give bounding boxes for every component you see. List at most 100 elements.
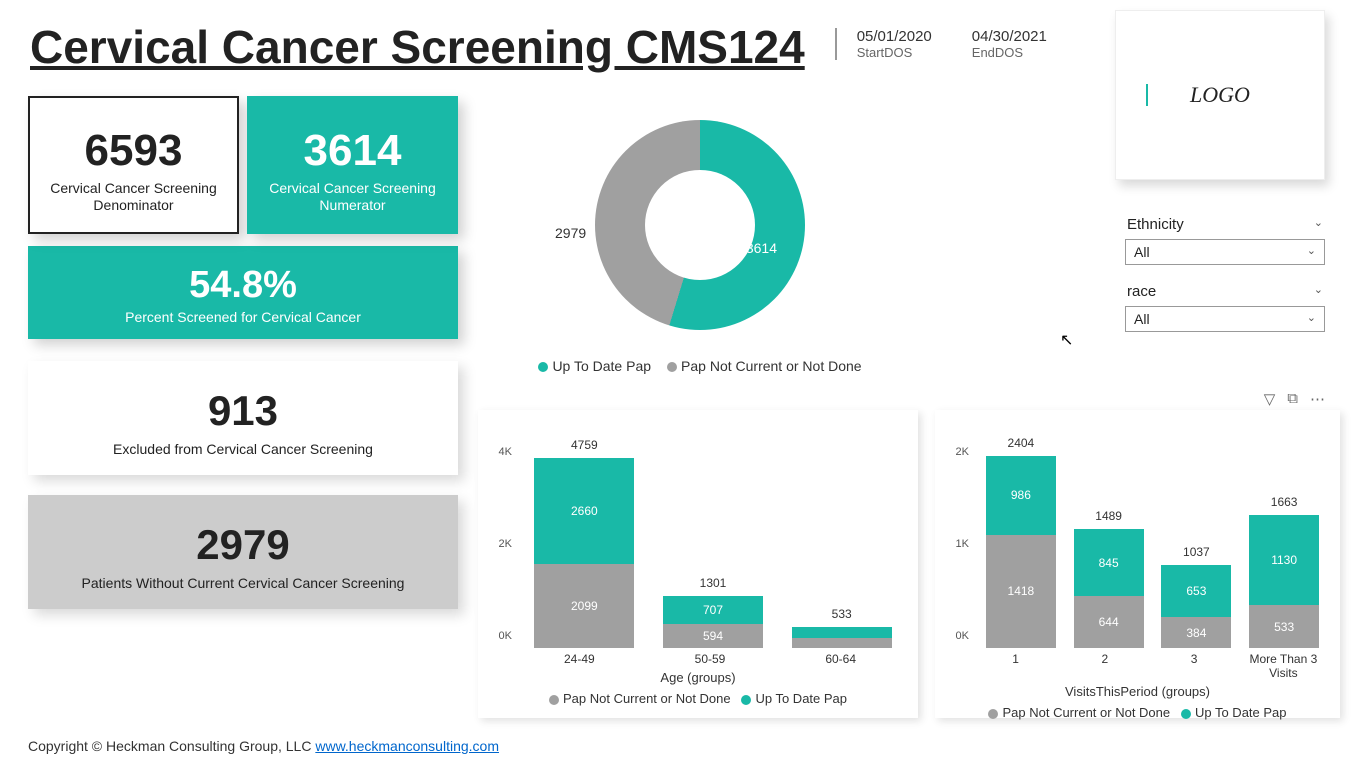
visits-bar-chart[interactable]: 0K 1K 2K 2404141898614896448451037384653… [935, 410, 1340, 718]
filter-race-select[interactable]: All ⌄ [1125, 306, 1325, 332]
bar-group[interactable]: 16635331130 [1240, 515, 1328, 648]
start-date-label: StartDOS [857, 45, 932, 60]
bar-total-label: 1663 [1240, 495, 1328, 507]
bar-segment-notcurrent[interactable] [792, 638, 892, 648]
end-date-label: EndDOS [972, 45, 1047, 60]
donut-legend: Up To Date Pap Pap Not Current or Not Do… [500, 358, 900, 374]
dot-teal-icon [1181, 709, 1191, 719]
x-category-label: 2 [1060, 652, 1149, 680]
dot-grey-icon [988, 709, 998, 719]
filter-ethnicity-value: All [1134, 244, 1150, 260]
visits-chart-legend: Pap Not Current or Not Done Up To Date P… [941, 705, 1334, 720]
legend-item-notcurrent[interactable]: Pap Not Current or Not Done [549, 691, 731, 706]
kpi-without-card[interactable]: 2979 Patients Without Current Cervical C… [28, 495, 458, 609]
end-date-value: 04/30/2021 [972, 28, 1047, 45]
bar-total-label: 4759 [520, 438, 649, 450]
bar-group[interactable]: 475920992660 [520, 458, 649, 648]
filter-race-header[interactable]: race ⌄ [1125, 277, 1325, 306]
legend-item-notcurrent[interactable]: Pap Not Current or Not Done [988, 705, 1170, 720]
bar-stack: 644845 [1074, 529, 1144, 648]
kpi-excluded-value: 913 [34, 387, 452, 435]
visits-plot-area: 0K 1K 2K 2404141898614896448451037384653… [971, 418, 1328, 648]
bar-segment-uptodate[interactable]: 2660 [534, 458, 634, 564]
kpi-excluded-card[interactable]: 913 Excluded from Cervical Cancer Screen… [28, 361, 458, 475]
kpi-denominator-card[interactable]: 6593 Cervical Cancer Screening Denominat… [28, 96, 239, 234]
page-title: Cervical Cancer Screening CMS124 [30, 20, 805, 74]
bar-segment-notcurrent[interactable]: 594 [663, 624, 763, 648]
bar-group[interactable]: 1489644845 [1065, 529, 1153, 648]
visits-y-axis: 0K 1K 2K [943, 418, 969, 648]
legend-item-notcurrent[interactable]: Pap Not Current or Not Done [667, 358, 862, 374]
bar-segment-notcurrent[interactable]: 384 [1161, 617, 1231, 648]
bar-segment-notcurrent[interactable]: 2099 [534, 564, 634, 648]
bar-segment-notcurrent[interactable]: 1418 [986, 535, 1056, 648]
kpi-percent-card[interactable]: 54.8% Percent Screened for Cervical Canc… [28, 246, 458, 339]
dot-teal-icon [538, 362, 548, 372]
legend-item-uptodate[interactable]: Up To Date Pap [741, 691, 847, 706]
footer-link[interactable]: www.heckmanconsulting.com [315, 738, 499, 754]
chevron-down-icon: ⌄ [1314, 283, 1323, 300]
x-category-label: More Than 3 Visits [1239, 652, 1328, 680]
visual-header-icons: ▽ ⧉ ⋯ [1264, 390, 1325, 408]
age-x-axis-title: Age (groups) [484, 670, 912, 685]
bar-segment-uptodate[interactable]: 986 [986, 456, 1056, 535]
bar-stack: 20992660 [534, 458, 634, 648]
start-date-value: 05/01/2020 [857, 28, 932, 45]
donut-chart[interactable]: 2979 3614 Up To Date Pap Pap Not Current… [500, 120, 900, 374]
bar-segment-uptodate[interactable]: 845 [1074, 529, 1144, 597]
date-range: 05/01/2020 StartDOS 04/30/2021 EndDOS [835, 28, 1047, 60]
donut-ring: 2979 3614 [595, 120, 805, 330]
dot-grey-icon [667, 362, 677, 372]
legend-item-uptodate[interactable]: Up To Date Pap [1181, 705, 1287, 720]
filters-panel: Ethnicity ⌄ All ⌄ race ⌄ All ⌄ [1125, 210, 1325, 344]
bar-segment-uptodate[interactable]: 707 [663, 596, 763, 624]
bar-stack: 384653 [1161, 565, 1231, 648]
filter-ethnicity-label: Ethnicity [1127, 216, 1184, 233]
kpi-column: 6593 Cervical Cancer Screening Denominat… [28, 96, 458, 609]
filter-ethnicity-select[interactable]: All ⌄ [1125, 239, 1325, 265]
end-date-block: 04/30/2021 EndDOS [972, 28, 1047, 60]
bar-group[interactable]: 533 [777, 627, 906, 648]
bar-segment-uptodate[interactable]: 1130 [1249, 515, 1319, 605]
bar-total-label: 2404 [977, 436, 1065, 448]
legend-item-uptodate[interactable]: Up To Date Pap [538, 358, 651, 374]
bar-segment-notcurrent[interactable]: 644 [1074, 596, 1144, 648]
bar-segment-notcurrent[interactable]: 533 [1249, 605, 1319, 648]
dot-grey-icon [549, 695, 559, 705]
donut-label-uptodate: 3614 [746, 240, 777, 256]
logo-placeholder: LOGO [1115, 10, 1325, 180]
donut-label-not-current: 2979 [555, 225, 586, 241]
bar-total-label: 533 [777, 607, 906, 619]
kpi-without-value: 2979 [34, 521, 452, 569]
bar-stack: 594707 [663, 596, 763, 648]
bar-group[interactable]: 24041418986 [977, 456, 1065, 648]
filter-race-label: race [1127, 283, 1156, 300]
filter-icon[interactable]: ▽ [1264, 390, 1276, 408]
dot-teal-icon [741, 695, 751, 705]
bar-group[interactable]: 1301594707 [649, 596, 778, 648]
bar-total-label: 1037 [1153, 545, 1241, 557]
age-plot-area: 0K 2K 4K 4759209926601301594707533 [514, 418, 906, 648]
focus-mode-icon[interactable]: ⧉ [1287, 390, 1298, 408]
x-category-label: 50-59 [645, 652, 776, 666]
chevron-down-icon: ⌄ [1307, 311, 1316, 327]
bar-stack: 5331130 [1249, 515, 1319, 648]
kpi-denominator-label: Cervical Cancer Screening Denominator [36, 180, 231, 214]
more-options-icon[interactable]: ⋯ [1310, 390, 1325, 408]
filter-ethnicity-header[interactable]: Ethnicity ⌄ [1125, 210, 1325, 239]
bar-total-label: 1489 [1065, 509, 1153, 521]
kpi-denominator-value: 6593 [36, 126, 231, 176]
cursor-icon: ↖ [1060, 330, 1073, 350]
kpi-percent-value: 54.8% [34, 264, 452, 307]
x-category-label: 60-64 [775, 652, 906, 666]
kpi-numerator-card[interactable]: 3614 Cervical Cancer Screening Numerator [247, 96, 458, 234]
bar-segment-uptodate[interactable] [792, 627, 892, 638]
logo-text: LOGO [1190, 82, 1250, 108]
start-date-block: 05/01/2020 StartDOS [857, 28, 932, 60]
bar-group[interactable]: 1037384653 [1153, 565, 1241, 648]
bar-stack [792, 627, 892, 648]
age-bar-chart[interactable]: 0K 2K 4K 4759209926601301594707533 24-49… [478, 410, 918, 718]
bar-segment-uptodate[interactable]: 653 [1161, 565, 1231, 617]
age-y-axis: 0K 2K 4K [486, 418, 512, 648]
x-category-label: 1 [971, 652, 1060, 680]
